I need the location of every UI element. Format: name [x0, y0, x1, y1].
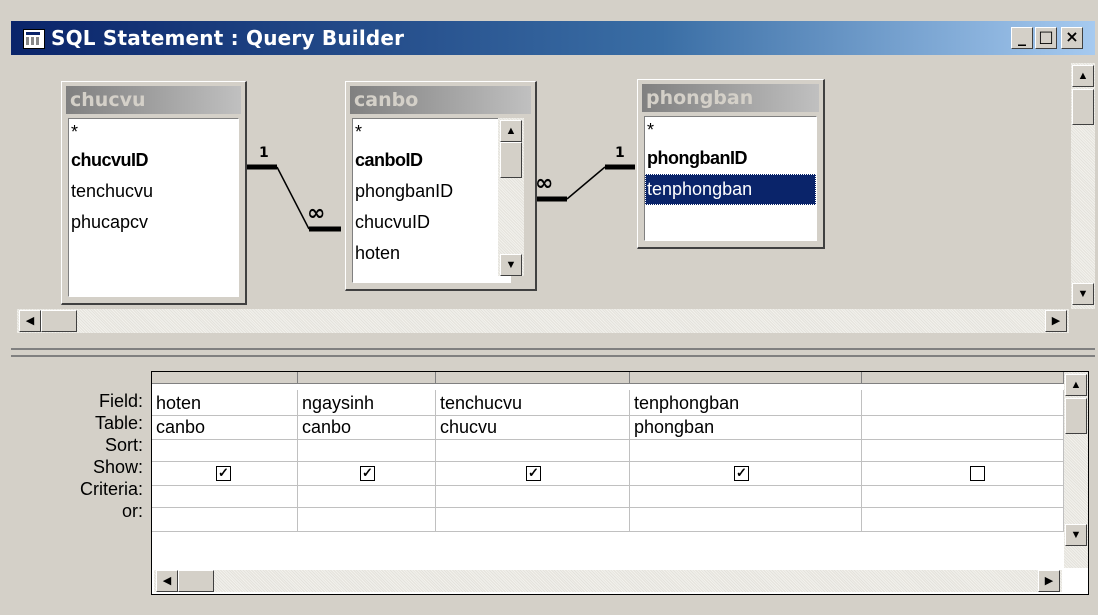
grid-cell-show[interactable]: ✓: [436, 462, 630, 486]
minimize-button[interactable]: _: [1011, 27, 1033, 49]
grid-cell-criteria[interactable]: [630, 486, 862, 508]
diagram-horizontal-scrollbar[interactable]: ◀ ▶: [17, 309, 1069, 333]
diagram-vertical-scrollbar[interactable]: ▲ ▼: [1071, 63, 1095, 309]
scroll-thumb[interactable]: [1072, 89, 1094, 125]
grid-cell-or[interactable]: [630, 508, 862, 532]
row-label-table: Table:: [94, 413, 143, 433]
row-label-sort: Sort:: [104, 435, 143, 455]
relationship-many-label: ∞: [535, 171, 554, 196]
grid-cell-sort[interactable]: [436, 440, 630, 462]
grid-cell-sort[interactable]: [152, 440, 298, 462]
grid-cell-criteria[interactable]: [436, 486, 630, 508]
grid-cell-or[interactable]: [298, 508, 436, 532]
design-grid-cells[interactable]: hoten canbo ✓ ngaysinh canbo ✓ tenchucvu…: [152, 372, 1064, 568]
scroll-thumb[interactable]: [41, 310, 77, 332]
grid-cell-table[interactable]: chucvu: [436, 416, 630, 440]
pane-splitter[interactable]: [11, 348, 1095, 357]
grid-cell-or[interactable]: [152, 508, 298, 532]
scroll-right-icon[interactable]: ▶: [1038, 570, 1060, 592]
grid-cell-show[interactable]: ✓: [298, 462, 436, 486]
grid-horizontal-scrollbar[interactable]: ◀ ▶: [154, 570, 1062, 592]
column-selector[interactable]: [298, 372, 436, 384]
grid-cell-or[interactable]: [436, 508, 630, 532]
column-selector[interactable]: [436, 372, 630, 384]
show-checkbox[interactable]: ✓: [526, 466, 541, 481]
grid-cell-criteria[interactable]: [298, 486, 436, 508]
close-button[interactable]: ×: [1061, 27, 1083, 49]
design-grid[interactable]: hoten canbo ✓ ngaysinh canbo ✓ tenchucvu…: [151, 371, 1089, 595]
grid-cell-criteria[interactable]: [862, 486, 1064, 508]
grid-cell-field[interactable]: ngaysinh: [298, 390, 436, 416]
grid-cell-table[interactable]: canbo: [298, 416, 436, 440]
grid-cell-field[interactable]: tenphongban: [630, 390, 862, 416]
grid-cell-field[interactable]: [862, 390, 1064, 416]
grid-cell-sort[interactable]: [630, 440, 862, 462]
grid-cell-show[interactable]: ✓: [630, 462, 862, 486]
row-label-criteria: Criteria:: [79, 479, 143, 499]
row-label-field: Field:: [98, 391, 143, 411]
table-diagram-pane[interactable]: chucvu * chucvuID tenchucvu phucapcv can…: [11, 57, 1095, 345]
grid-cell-criteria[interactable]: [152, 486, 298, 508]
query-builder-window: SQL Statement : Query Builder _ □ × chuc…: [0, 0, 1098, 615]
show-checkbox[interactable]: ✓: [360, 466, 375, 481]
grid-cell-table[interactable]: phongban: [630, 416, 862, 440]
scroll-thumb[interactable]: [178, 570, 214, 592]
scroll-right-icon[interactable]: ▶: [1045, 310, 1067, 332]
column-selector[interactable]: [152, 372, 298, 384]
maximize-button[interactable]: □: [1035, 27, 1057, 49]
scroll-left-icon[interactable]: ◀: [19, 310, 41, 332]
window-title: SQL Statement : Query Builder: [51, 26, 405, 50]
column-selector[interactable]: [630, 372, 862, 384]
grid-cell-sort[interactable]: [862, 440, 1064, 462]
row-label-show: Show:: [92, 457, 143, 477]
relationship-chucvu-canbo: [247, 164, 341, 232]
row-label-or: or:: [121, 501, 143, 521]
query-builder-icon: [23, 29, 45, 49]
relationship-one-label: 1: [259, 145, 269, 161]
scroll-up-icon[interactable]: ▲: [1065, 374, 1087, 396]
relationship-one-label: 1: [615, 145, 625, 161]
relationship-many-label: ∞: [307, 201, 326, 226]
show-checkbox[interactable]: [970, 466, 985, 481]
show-checkbox[interactable]: ✓: [216, 466, 231, 481]
title-bar[interactable]: SQL Statement : Query Builder _ □ ×: [11, 21, 1095, 55]
scroll-down-icon[interactable]: ▼: [1065, 524, 1087, 546]
scroll-thumb[interactable]: [1065, 398, 1087, 434]
grid-cell-show[interactable]: [862, 462, 1064, 486]
show-checkbox[interactable]: ✓: [734, 466, 749, 481]
grid-cell-field[interactable]: hoten: [152, 390, 298, 416]
grid-vertical-scrollbar[interactable]: ▲ ▼: [1064, 372, 1088, 568]
grid-cell-show[interactable]: ✓: [152, 462, 298, 486]
grid-cell-field[interactable]: tenchucvu: [436, 390, 630, 416]
relationship-lines: [247, 164, 635, 232]
scroll-left-icon[interactable]: ◀: [156, 570, 178, 592]
grid-cell-sort[interactable]: [298, 440, 436, 462]
grid-cell-or[interactable]: [862, 508, 1064, 532]
grid-cell-table[interactable]: [862, 416, 1064, 440]
scroll-down-icon[interactable]: ▼: [1072, 283, 1094, 305]
column-selector[interactable]: [862, 372, 1064, 384]
scroll-up-icon[interactable]: ▲: [1072, 65, 1094, 87]
grid-cell-table[interactable]: canbo: [152, 416, 298, 440]
